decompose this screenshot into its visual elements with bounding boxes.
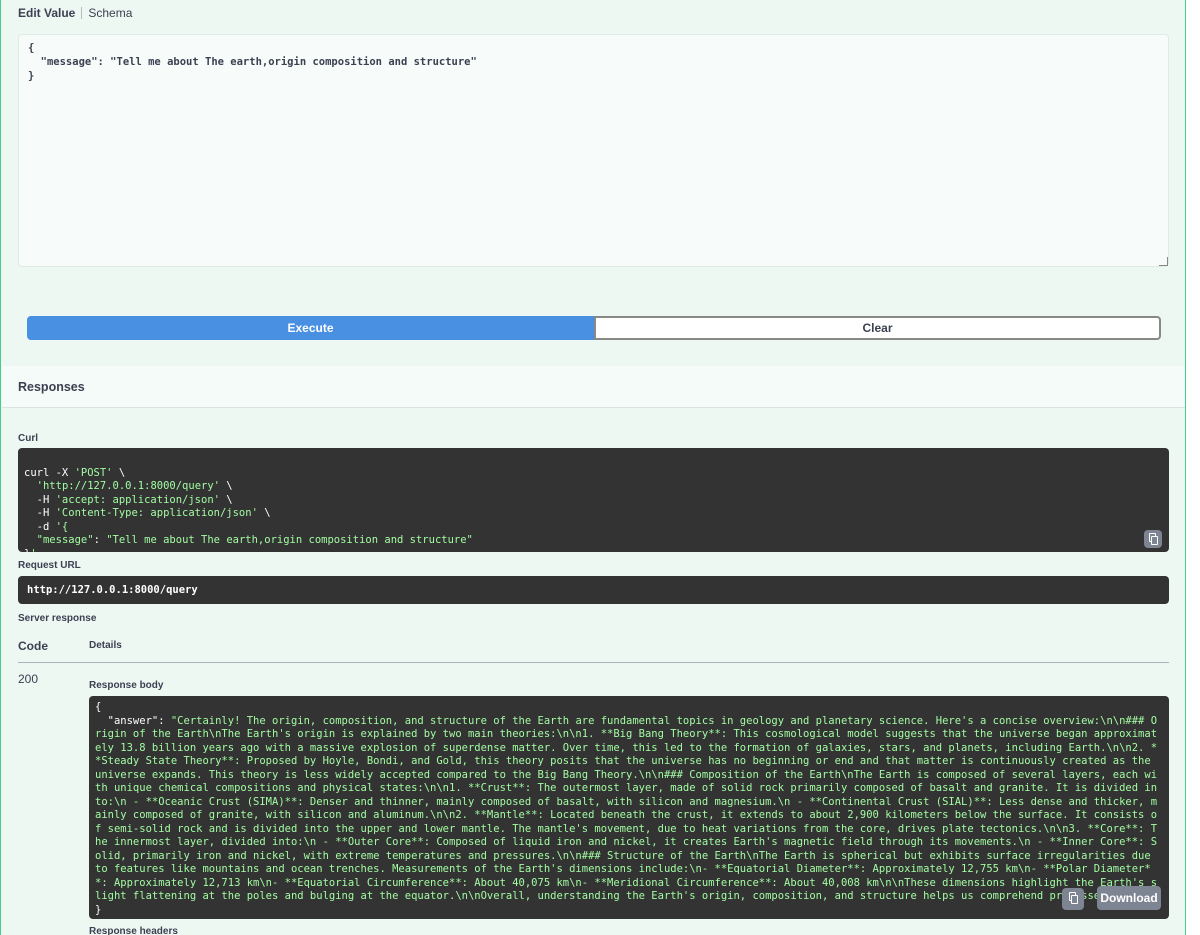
curl-command: curl -X 'POST' \ 'http://127.0.0.1:8000/… bbox=[24, 467, 1163, 553]
body-close-brace: } bbox=[95, 903, 102, 916]
tab-schema[interactable]: Schema bbox=[88, 6, 132, 20]
body-open-brace: { bbox=[95, 701, 102, 713]
answer-value: "Certainly! The origin, composition, and… bbox=[95, 714, 1158, 903]
curl-line: curl -X 'POST' \ bbox=[24, 466, 126, 479]
status-code: 200 bbox=[18, 672, 39, 686]
copy-response-icon[interactable] bbox=[1062, 888, 1084, 910]
response-body-label: Response body bbox=[89, 680, 164, 691]
action-buttons: Execute Clear bbox=[27, 316, 1161, 340]
response-headers-label: Response headers bbox=[89, 926, 178, 935]
copy-curl-icon[interactable] bbox=[1144, 530, 1162, 548]
curl-line: 'http://127.0.0.1:8000/query' \ bbox=[36, 480, 233, 492]
curl-line: }' bbox=[24, 548, 1163, 553]
request-body-editor[interactable]: { "message": "Tell me about The earth,or… bbox=[18, 34, 1169, 267]
table-divider bbox=[18, 662, 1169, 663]
responses-title: Responses bbox=[18, 380, 85, 394]
operation-panel: Edit Value Schema { "message": "Tell me … bbox=[0, 0, 1186, 935]
clear-button[interactable]: Clear bbox=[594, 316, 1161, 340]
request-url: http://127.0.0.1:8000/query bbox=[18, 576, 1169, 604]
body-tabs: Edit Value Schema bbox=[18, 6, 132, 20]
curl-line: "message": "Tell me about The earth,orig… bbox=[36, 534, 473, 546]
curl-block[interactable]: curl -X 'POST' \ 'http://127.0.0.1:8000/… bbox=[18, 448, 1169, 552]
tab-edit-value[interactable]: Edit Value bbox=[18, 6, 75, 20]
details-column-header: Details bbox=[89, 640, 122, 651]
responses-header bbox=[2, 366, 1185, 408]
answer-key: "answer": bbox=[95, 714, 171, 727]
code-column-header: Code bbox=[18, 639, 48, 653]
response-body[interactable]: { "answer": "Certainly! The origin, comp… bbox=[89, 696, 1169, 919]
execute-button[interactable]: Execute bbox=[27, 316, 594, 340]
curl-label: Curl bbox=[18, 433, 38, 444]
server-response-label: Server response bbox=[18, 613, 97, 624]
curl-line: -H 'accept: application/json' \ bbox=[24, 493, 233, 506]
tab-divider bbox=[81, 7, 83, 19]
textarea-resize-handle[interactable] bbox=[1159, 257, 1168, 266]
request-url-label: Request URL bbox=[18, 560, 81, 571]
curl-line: -H 'Content-Type: application/json' \ bbox=[24, 507, 271, 519]
download-button[interactable]: Download bbox=[1097, 886, 1161, 910]
curl-line: -d '{ bbox=[24, 520, 69, 533]
